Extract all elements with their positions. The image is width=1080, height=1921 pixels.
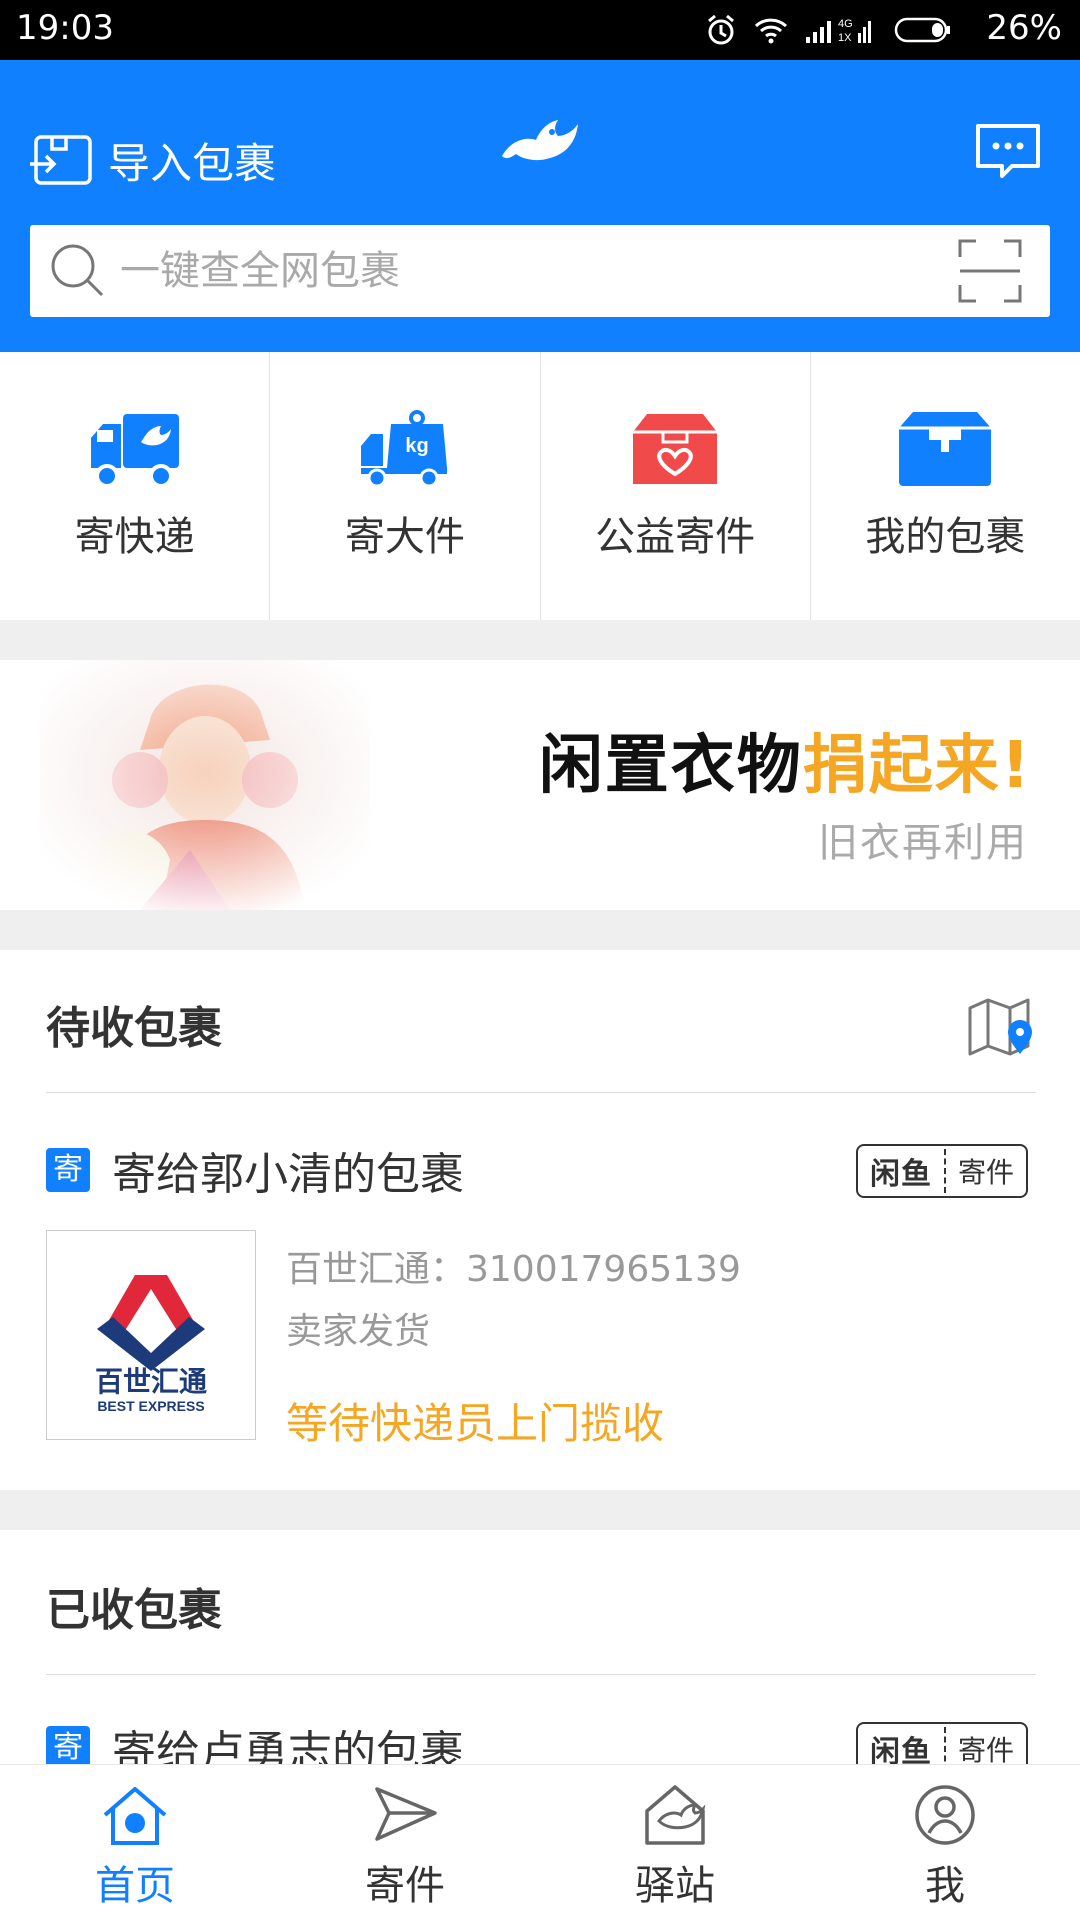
user-icon (915, 1785, 975, 1845)
charity-box-icon (633, 414, 718, 484)
wifi-icon (754, 18, 788, 44)
import-label: 导入包裹 (108, 138, 277, 188)
xianyu-send-tag[interactable]: 闲鱼 寄件 (855, 1722, 1028, 1764)
kg-truck-icon: kg (360, 410, 447, 488)
header: 导入包裹 (0, 60, 1080, 352)
send-badge: 寄 (46, 1148, 90, 1192)
map-pin-icon[interactable] (966, 996, 1036, 1058)
send-express-button[interactable]: 寄快递 (0, 352, 271, 620)
bottom-navigation: 首页 寄件 驿站 我 (0, 1764, 1080, 1921)
quick-actions: 寄快递 kg 寄大件 公益寄件 我的包裹 (0, 352, 1080, 620)
pending-title: 待收包裹 (46, 1003, 222, 1054)
pending-package-header[interactable]: 寄 寄给郭小清的包裹 (46, 1138, 464, 1202)
courier-logo: 百世汇通 BEST EXPRESS (46, 1230, 256, 1440)
status-icons: 4G 1X (706, 10, 952, 50)
search-input[interactable] (120, 225, 940, 317)
signal-icon: 4G1X (806, 18, 871, 44)
home-icon (103, 1787, 167, 1845)
send-plane-icon (375, 1787, 437, 1841)
tracking-number: 百世汇通：310017965139 (286, 1249, 741, 1290)
nav-me[interactable]: 我 (810, 1765, 1080, 1921)
svg-text:4G: 4G (838, 18, 853, 30)
send-large-item-button[interactable]: kg 寄大件 (270, 352, 541, 620)
svg-text:kg: kg (405, 435, 428, 457)
import-icon (30, 135, 92, 185)
nav-label: 寄件 (365, 1863, 445, 1909)
seller-note: 卖家发货 (286, 1311, 431, 1352)
xianyu-brand: 闲鱼 (858, 1149, 946, 1193)
courier-cn-name: 百世汇通 (95, 1365, 207, 1398)
nav-send[interactable]: 寄件 (270, 1765, 540, 1921)
my-packages-button[interactable]: 我的包裹 (811, 352, 1080, 620)
quick-action-label: 寄大件 (344, 514, 465, 560)
banner-title-main: 闲置衣物 (538, 729, 803, 803)
status-bar: 19:03 4G 1X 26% (0, 0, 1080, 60)
svg-text:1X: 1X (838, 32, 852, 44)
xianyu-tag-label: 寄件 (957, 1156, 1014, 1189)
import-package-button[interactable]: 导入包裹 (30, 120, 276, 200)
banner-title: 闲置衣物捐起来! (539, 714, 1032, 806)
battery-icon (894, 17, 950, 43)
search-bar (30, 225, 1050, 317)
best-express-logo-icon: 百世汇通 BEST EXPRESS (95, 1275, 207, 1414)
nav-label: 我 (925, 1863, 965, 1909)
search-icon (51, 244, 104, 297)
battery-percent: 26% (986, 8, 1062, 48)
xianyu-tag-label: 寄件 (957, 1734, 1014, 1764)
banner-title-highlight: 捐起来! (802, 729, 1032, 803)
truck-icon (90, 414, 179, 488)
nav-home[interactable]: 首页 (0, 1765, 270, 1921)
banner-photo (40, 660, 370, 910)
section-divider (46, 1092, 1036, 1093)
received-package-header[interactable]: 寄 寄给卢勇志的包裹 (46, 1716, 464, 1764)
nav-station[interactable]: 驿站 (540, 1765, 810, 1921)
section-divider (46, 1674, 1036, 1675)
package-title: 寄给郭小清的包裹 (112, 1149, 464, 1200)
received-section: 已收包裹 寄 寄给卢勇志的包裹 闲鱼 寄件 (0, 1530, 1080, 1764)
package-icon (899, 412, 992, 486)
donation-banner[interactable]: 闲置衣物捐起来! 旧衣再利用 (0, 660, 1080, 910)
nav-label: 首页 (95, 1863, 175, 1909)
scan-icon[interactable] (958, 239, 1022, 303)
message-icon[interactable] (972, 116, 1044, 188)
charity-send-button[interactable]: 公益寄件 (541, 352, 811, 620)
received-title: 已收包裹 (46, 1585, 222, 1636)
quick-action-label: 公益寄件 (595, 514, 756, 560)
package-status: 等待快递员上门揽收 (286, 1399, 665, 1448)
cainiao-bird-logo-icon (502, 120, 578, 161)
status-time: 19:03 (16, 8, 114, 48)
quick-action-label: 我的包裹 (865, 514, 1026, 560)
banner-subtitle: 旧衣再利用 (818, 820, 1028, 866)
courier-en-name: BEST EXPRESS (97, 1398, 204, 1414)
pending-section: 待收包裹 寄 寄给郭小清的包裹 闲鱼 寄件 百世汇通 BEST EXPRESS … (0, 950, 1080, 1490)
alarm-icon (708, 14, 734, 45)
station-bird-icon (645, 1785, 706, 1845)
nav-label: 驿站 (635, 1863, 715, 1909)
quick-action-label: 寄快递 (74, 514, 195, 560)
xianyu-send-tag[interactable]: 闲鱼 寄件 (855, 1144, 1028, 1198)
send-badge: 寄 (46, 1726, 90, 1764)
package-title: 寄给卢勇志的包裹 (112, 1727, 464, 1764)
xianyu-brand: 闲鱼 (858, 1727, 946, 1764)
